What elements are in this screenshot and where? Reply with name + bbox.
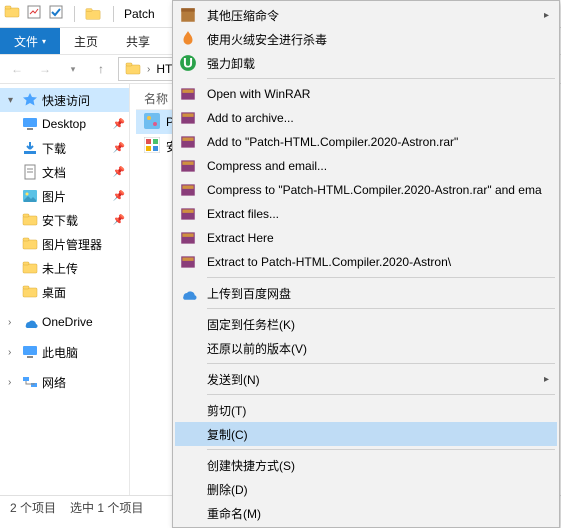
archive-icon [179, 6, 197, 24]
menu-separator [207, 308, 555, 309]
chevron-down-icon[interactable]: ▾ [8, 95, 18, 106]
menu-separator [207, 363, 555, 364]
folder-icon [22, 212, 38, 228]
folder-icon [22, 284, 38, 300]
menu-separator [207, 449, 555, 450]
pin-icon: 📌 [113, 167, 125, 178]
status-selected-count: 选中 1 个项目 [70, 499, 143, 516]
winrar-icon [179, 133, 197, 151]
qat-properties-icon[interactable] [26, 4, 42, 23]
nav-network[interactable]: ›网络 [0, 370, 129, 394]
app-icon [144, 137, 160, 156]
menu-extract-here[interactable]: Extract Here [175, 226, 557, 250]
pin-icon: 📌 [113, 119, 125, 130]
menu-huorong-scan[interactable]: 使用火绒安全进行杀毒 [175, 27, 557, 51]
nav-thispc[interactable]: ›此电脑 [0, 340, 129, 364]
menu-compress-email[interactable]: Compress and email... [175, 154, 557, 178]
nav-quick-access[interactable]: ▾ 快速访问 [0, 88, 129, 112]
nav-onedrive[interactable]: ›OneDrive [0, 310, 129, 334]
chevron-right-icon[interactable]: › [8, 377, 18, 388]
chevron-right-icon: ▸ [544, 10, 549, 21]
breadcrumb-folder-icon [123, 61, 143, 77]
menu-delete[interactable]: 删除(D) [175, 477, 557, 501]
svg-text:U: U [183, 56, 193, 71]
nav-recent-button[interactable]: ▾ [62, 58, 84, 80]
flame-icon [179, 30, 197, 48]
winrar-icon [179, 85, 197, 103]
uninstall-icon: U [179, 54, 197, 72]
tab-home[interactable]: 主页 [60, 28, 112, 54]
winrar-icon [179, 157, 197, 175]
chevron-right-icon: ▸ [544, 374, 549, 385]
menu-extract-files[interactable]: Extract files... [175, 202, 557, 226]
menu-separator [207, 394, 555, 395]
menu-add-to-named[interactable]: Add to "Patch-HTML.Compiler.2020-Astron.… [175, 130, 557, 154]
nav-item-label: 快速访问 [42, 92, 90, 109]
nav-forward-button[interactable]: → [34, 58, 56, 80]
menu-open-winrar[interactable]: Open with WinRAR [175, 82, 557, 106]
menu-separator [207, 277, 555, 278]
document-icon [22, 164, 38, 180]
pc-icon [22, 344, 38, 360]
qat-explorer-icon[interactable] [4, 4, 20, 23]
nav-documents[interactable]: 文档📌 [0, 160, 129, 184]
menu-send-to[interactable]: 发送到(N)▸ [175, 367, 557, 391]
app-icon [144, 113, 160, 132]
qat-checkbox-icon[interactable] [48, 4, 64, 23]
context-menu: 其他压缩命令▸ 使用火绒安全进行杀毒 U强力卸载 Open with WinRA… [172, 0, 560, 528]
desktop-icon [22, 116, 38, 132]
nav-notuploaded[interactable]: 未上传 [0, 256, 129, 280]
winrar-icon [179, 205, 197, 223]
menu-extract-to[interactable]: Extract to Patch-HTML.Compiler.2020-Astr… [175, 250, 557, 274]
winrar-icon [179, 181, 197, 199]
menu-add-archive[interactable]: Add to archive... [175, 106, 557, 130]
menu-rename[interactable]: 重命名(M) [175, 501, 557, 525]
navigation-pane: ▾ 快速访问 Desktop📌 下载📌 文档📌 图片📌 安下载📌 图片管理器 未… [0, 84, 130, 495]
chevron-right-icon[interactable]: › [8, 317, 18, 328]
menu-copy[interactable]: 复制(C) [175, 422, 557, 446]
menu-baidu-upload[interactable]: 上传到百度网盘 [175, 281, 557, 305]
nav-back-button[interactable]: ← [6, 58, 28, 80]
menu-pin-taskbar[interactable]: 固定到任务栏(K) [175, 312, 557, 336]
pin-icon: 📌 [113, 143, 125, 154]
window-title: Patch [124, 7, 155, 21]
nav-downloads[interactable]: 下载📌 [0, 136, 129, 160]
menu-other-compress[interactable]: 其他压缩命令▸ [175, 3, 557, 27]
network-icon [22, 374, 38, 390]
download-icon [22, 140, 38, 156]
window-folder-icon [85, 6, 103, 22]
nav-picmanager[interactable]: 图片管理器 [0, 232, 129, 256]
nav-up-button[interactable]: ↑ [90, 58, 112, 80]
menu-create-shortcut[interactable]: 创建快捷方式(S) [175, 453, 557, 477]
menu-compress-to-email[interactable]: Compress to "Patch-HTML.Compiler.2020-As… [175, 178, 557, 202]
winrar-icon [179, 253, 197, 271]
chevron-right-icon[interactable]: › [147, 64, 150, 75]
pin-icon: 📌 [113, 215, 125, 226]
winrar-icon [179, 229, 197, 247]
star-icon [22, 92, 38, 108]
menu-separator [207, 78, 555, 79]
nav-desktop[interactable]: Desktop📌 [0, 112, 129, 136]
winrar-icon [179, 109, 197, 127]
menu-restore-previous[interactable]: 还原以前的版本(V) [175, 336, 557, 360]
chevron-right-icon[interactable]: › [8, 347, 18, 358]
tab-share[interactable]: 共享 [112, 28, 164, 54]
picture-icon [22, 188, 38, 204]
tab-file[interactable]: 文件▾ [0, 28, 60, 54]
menu-force-uninstall[interactable]: U强力卸载 [175, 51, 557, 75]
nav-desktop2[interactable]: 桌面 [0, 280, 129, 304]
pin-icon: 📌 [113, 191, 125, 202]
nav-anxiazai[interactable]: 安下载📌 [0, 208, 129, 232]
folder-icon [22, 236, 38, 252]
status-item-count: 2 个项目 [10, 499, 56, 516]
onedrive-icon [22, 314, 38, 330]
folder-icon [22, 260, 38, 276]
menu-cut[interactable]: 剪切(T) [175, 398, 557, 422]
nav-pictures[interactable]: 图片📌 [0, 184, 129, 208]
cloud-upload-icon [179, 284, 197, 302]
